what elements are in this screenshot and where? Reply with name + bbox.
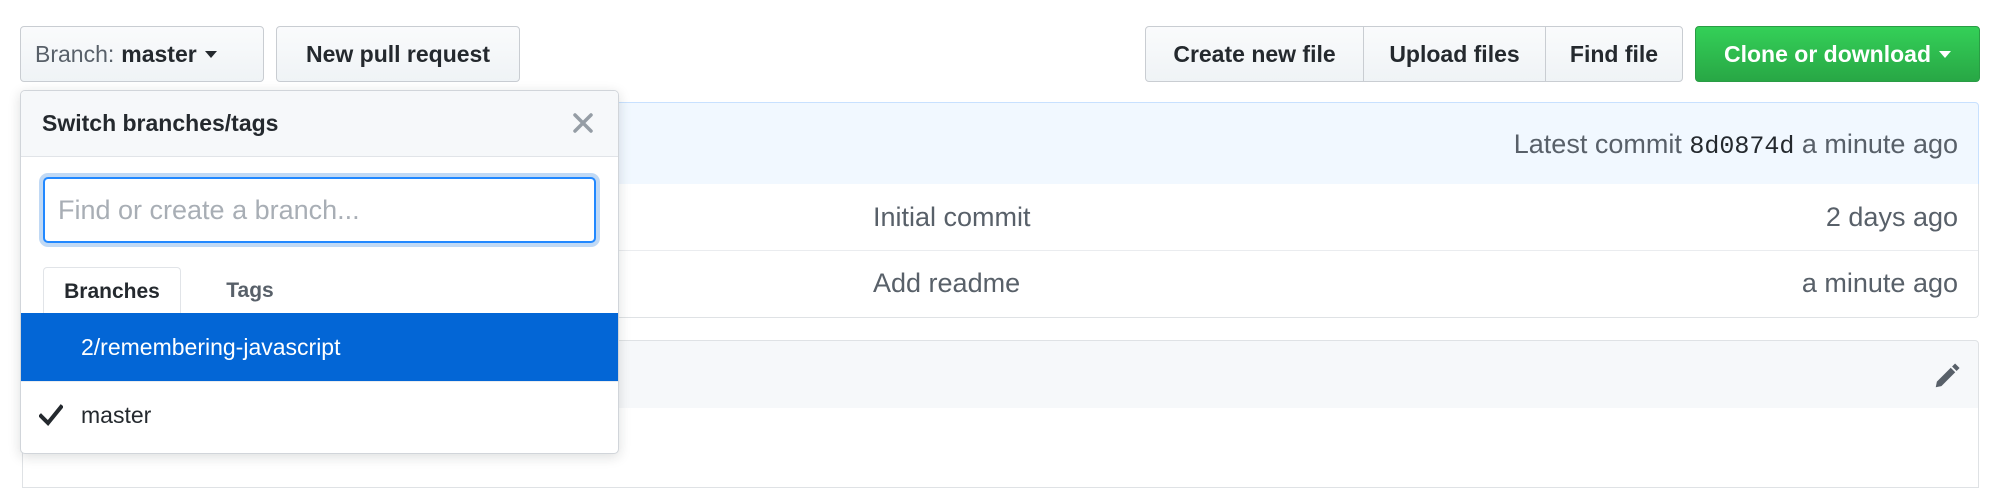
commit-sha-link[interactable]: 8d0874d — [1689, 132, 1794, 161]
pencil-icon[interactable] — [1932, 361, 1962, 391]
upload-files-button[interactable]: Upload files — [1362, 26, 1547, 82]
branch-item-master[interactable]: master — [21, 381, 618, 449]
branch-name: master — [121, 40, 197, 67]
branch-filter-area: Branches Tags — [21, 157, 618, 315]
clone-or-download-label: Clone or download — [1724, 40, 1931, 67]
close-icon[interactable] — [568, 105, 598, 141]
commit-age: a minute ago — [1801, 268, 1958, 298]
branch-filter-input[interactable] — [43, 177, 596, 243]
branch-select-button[interactable]: Branch: master — [20, 26, 264, 82]
commit-message-link[interactable]: Add readme — [873, 268, 1020, 299]
branch-menu-title: Switch branches/tags — [42, 110, 279, 136]
commit-message-link[interactable]: Initial commit — [873, 202, 1031, 233]
file-actions-group: Create new file Upload files Find file — [1145, 26, 1683, 82]
create-new-file-button[interactable]: Create new file — [1145, 26, 1364, 82]
branch-item-remembering-javascript[interactable]: 2/remembering-javascript — [21, 313, 618, 381]
branch-menu-header: Switch branches/tags — [21, 91, 618, 157]
tab-tags[interactable]: Tags — [207, 267, 293, 315]
latest-commit-info: Latest commit 8d0874d a minute ago — [1514, 129, 1958, 161]
branch-item-label: master — [81, 402, 152, 428]
check-icon — [38, 404, 64, 431]
branch-prefix: Branch: — [35, 40, 115, 67]
commit-time: a minute ago — [1801, 129, 1958, 159]
new-pull-request-button[interactable]: New pull request — [276, 26, 520, 82]
clone-or-download-button[interactable]: Clone or download — [1695, 26, 1980, 82]
commit-age: 2 days ago — [1825, 202, 1958, 232]
branch-item-label: 2/remembering-javascript — [81, 333, 341, 360]
tab-branches[interactable]: Branches — [43, 267, 181, 315]
branch-select-menu: Switch branches/tags Branches Tags 2/rem… — [20, 90, 619, 454]
branch-tabs: Branches Tags — [21, 267, 618, 315]
find-file-button[interactable]: Find file — [1545, 26, 1683, 82]
caret-down-icon — [1939, 50, 1951, 58]
latest-commit-label: Latest commit — [1513, 129, 1682, 159]
caret-down-icon — [204, 50, 217, 58]
